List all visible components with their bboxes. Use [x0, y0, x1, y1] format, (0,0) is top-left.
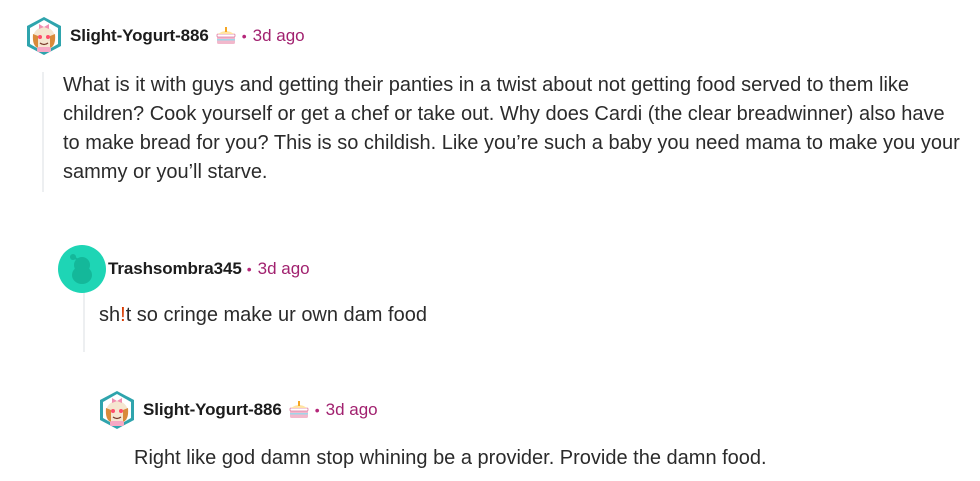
username[interactable]: Trashsombra345 — [108, 259, 242, 279]
thread-line-root[interactable] — [42, 72, 44, 192]
comment-text: What is it with guys and getting their p… — [63, 74, 960, 183]
timestamp[interactable]: 3d ago — [258, 259, 310, 279]
user-flair — [288, 399, 310, 421]
thread-line-reply[interactable] — [83, 292, 85, 352]
separator-dot: • — [246, 261, 252, 277]
avatar[interactable] — [97, 390, 137, 430]
comment-body: sh!t so cringe make ur own dam food — [99, 301, 959, 330]
timestamp[interactable]: 3d ago — [326, 400, 378, 420]
avatar[interactable] — [58, 245, 106, 293]
avatar[interactable] — [24, 16, 64, 56]
separator-dot: • — [314, 402, 320, 418]
comment-header: Slight-Yogurt-886 • 3d ago — [97, 390, 378, 430]
user-flair — [215, 25, 237, 47]
timestamp[interactable]: 3d ago — [253, 26, 305, 46]
separator-dot: • — [241, 28, 247, 44]
comment-body: What is it with guys and getting their p… — [63, 71, 963, 187]
comment-header: Trashsombra345 • 3d ago — [58, 245, 310, 293]
comment-text-start: sh — [99, 304, 121, 326]
cake-flair-icon — [216, 27, 236, 44]
comment-body: Right like god damn stop whining be a pr… — [134, 444, 964, 473]
cake-flair-icon — [289, 401, 309, 418]
comment-text: Right like god damn stop whining be a pr… — [134, 447, 767, 469]
username[interactable]: Slight-Yogurt-886 — [70, 26, 209, 46]
snoo-avatar-bow-icon — [100, 391, 134, 429]
comment-text-end: t so cringe make ur own dam food — [125, 304, 427, 326]
username[interactable]: Slight-Yogurt-886 — [143, 400, 282, 420]
snoo-avatar-bow-icon — [27, 17, 61, 55]
default-snoo-avatar-icon — [58, 245, 106, 293]
comment-header: Slight-Yogurt-886 • 3d ago — [24, 16, 305, 56]
